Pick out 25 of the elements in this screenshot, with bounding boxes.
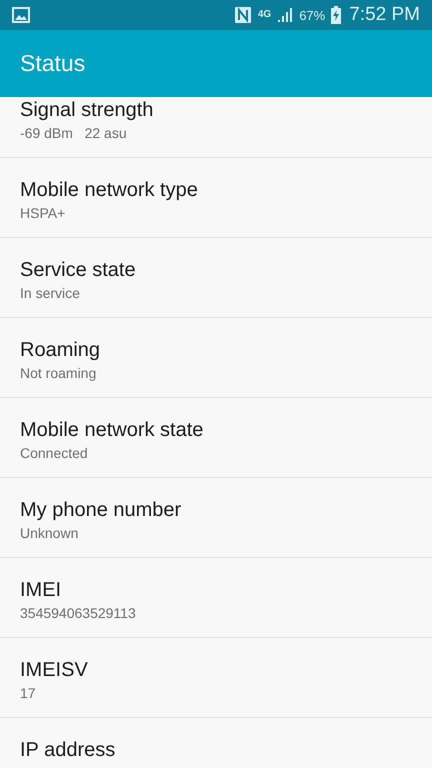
item-value: Not roaming	[20, 364, 96, 382]
item-title: IMEI	[20, 578, 62, 602]
item-title: My phone number	[20, 498, 182, 522]
item-title: Mobile network type	[20, 178, 198, 202]
item-title: IMEISV	[20, 658, 88, 682]
item-value: Connected	[20, 444, 88, 462]
signal-icon	[277, 7, 294, 23]
item-value: 354594063529113	[20, 604, 136, 622]
item-title: IP address	[20, 738, 116, 762]
image-icon	[12, 7, 30, 23]
item-title: Mobile network state	[20, 418, 204, 442]
nfc-icon	[234, 6, 252, 24]
battery-percentage: 67%	[299, 8, 326, 22]
clock-time: 7:52 PM	[349, 4, 420, 26]
item-title: Service state	[20, 258, 136, 282]
item-value: Unknown	[20, 524, 78, 542]
item-value: HSPA+	[20, 204, 66, 222]
item-title: Signal strength	[20, 98, 154, 122]
item-value: 17	[20, 684, 36, 702]
network-type-label: 4G	[258, 10, 272, 20]
item-title: Roaming	[20, 338, 100, 362]
battery-charging-icon	[331, 6, 342, 24]
item-value: -69 dBm 22 asu	[20, 124, 127, 142]
screen-title: Status	[20, 50, 86, 77]
item-value: In service	[20, 284, 80, 302]
